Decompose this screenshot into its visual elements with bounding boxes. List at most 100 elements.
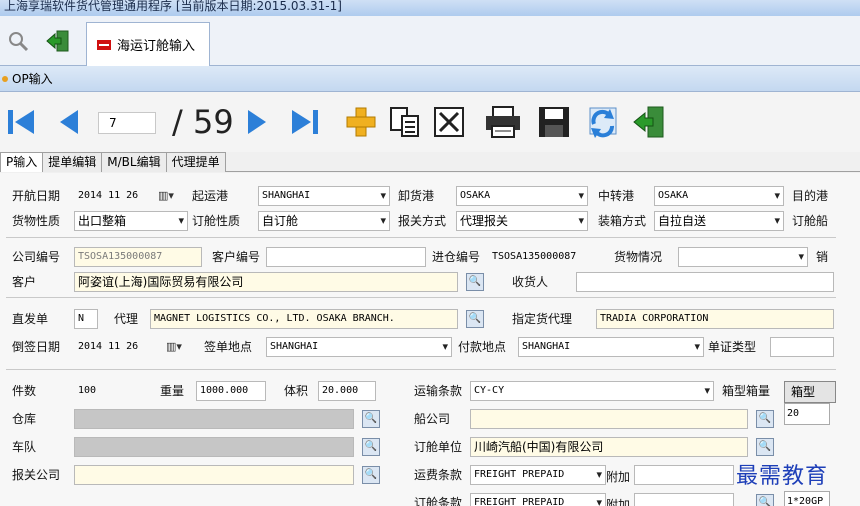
volume-field[interactable]: 20.000 [318, 381, 376, 401]
label-backdate: 倒签日期 [12, 340, 61, 354]
sign-place-select[interactable]: SHANGHAI [266, 337, 452, 357]
label-sail-date: 开航日期 [12, 189, 61, 203]
label-extra: 附加 [606, 470, 631, 484]
tab-agent-bl[interactable]: 代理提单 [165, 152, 226, 172]
window-title: 上海享瑞软件货代管理通用程序 [当前版本日期:2015.03.31-1] [0, 0, 860, 16]
label-pol: 起运港 [192, 189, 229, 203]
booking-terms-select[interactable]: FREIGHT PREPAID [470, 493, 606, 506]
label-cargo-status: 货物情况 [614, 250, 663, 264]
flag-icon [97, 39, 111, 50]
pod-select[interactable]: OSAKA [456, 186, 588, 206]
cargo-type-select[interactable]: 出口整箱 [74, 211, 188, 231]
label-booking-unit: 订舱单位 [414, 440, 463, 454]
direct-field[interactable]: N [74, 309, 98, 329]
label-pod: 卸货港 [398, 189, 435, 203]
section-title: OP输入 [12, 72, 53, 86]
packing-mode-select[interactable]: 自拉自送 [654, 211, 784, 231]
grid-cell[interactable]: 20 [784, 403, 830, 425]
customs-mode-select[interactable]: 代理报关 [456, 211, 588, 231]
divider [6, 297, 836, 298]
label-company-no: 公司编号 [12, 250, 61, 264]
lookup-icon[interactable]: 🔍 [756, 438, 774, 456]
exit-record-icon[interactable] [632, 104, 666, 140]
lookup-icon[interactable]: 🔍 [362, 466, 380, 484]
carrier-field[interactable] [470, 409, 748, 429]
pay-place-select[interactable]: SHANGHAI [518, 337, 704, 357]
weight-field[interactable]: 1000.000 [196, 381, 266, 401]
designated-agent-field[interactable]: TRADIA CORPORATION [596, 309, 834, 329]
label-transport-terms: 运输条款 [414, 384, 463, 398]
label-volume: 体积 [284, 384, 309, 398]
label-warehouse: 仓库 [12, 412, 37, 426]
label-container-vol: 箱型箱量 [722, 384, 771, 398]
copy-icon[interactable] [388, 104, 422, 140]
next-record-icon[interactable] [246, 104, 268, 140]
transit-select[interactable]: OSAKA [654, 186, 784, 206]
label-cargo-type: 货物性质 [12, 214, 61, 228]
label-agent: 代理 [114, 312, 139, 326]
pol-select[interactable]: SHANGHAI [258, 186, 390, 206]
divider [6, 237, 836, 238]
lookup-icon[interactable]: 🔍 [362, 438, 380, 456]
booking-form: 开航日期 2014 11 26 ▥▾ 起运港 SHANGHAI 卸货港 OSAK… [0, 173, 860, 506]
lookup-icon[interactable]: 🔍 [756, 494, 774, 506]
previous-record-icon[interactable] [58, 104, 80, 140]
label-customer-no: 客户编号 [212, 250, 261, 264]
pieces-field[interactable]: 100 [74, 381, 150, 401]
booking-type-select[interactable]: 自订舱 [258, 211, 390, 231]
document-tabstrip: 海运订舱输入 [0, 16, 860, 66]
record-toolbar: 7 / 59 [0, 92, 860, 152]
lookup-icon[interactable]: 🔍 [466, 273, 484, 291]
label-extra-2: 附加 [606, 498, 631, 506]
save-icon[interactable] [536, 104, 570, 140]
last-record-icon[interactable] [290, 104, 320, 140]
lookup-icon[interactable]: 🔍 [362, 410, 380, 428]
sail-date-field[interactable]: 2014 11 26 [74, 186, 154, 206]
label-booking-type: 订舱性质 [192, 214, 241, 228]
tab-op-input[interactable]: P输入 [0, 152, 44, 172]
search-icon[interactable] [2, 24, 34, 58]
delete-icon[interactable] [432, 104, 466, 140]
extra-field-2[interactable] [634, 493, 734, 506]
grid-header-container-type[interactable]: 箱型 [784, 381, 836, 403]
calendar-dropdown-icon[interactable]: ▥▾ [158, 186, 174, 206]
refresh-icon[interactable] [584, 104, 618, 140]
tab-sea-booking-input[interactable]: 海运订舱输入 [86, 22, 210, 66]
label-consignee: 收货人 [512, 275, 549, 289]
agent-field[interactable]: MAGNET LOGISTICS CO., LTD. OSAKA BRANCH. [150, 309, 458, 329]
consignee-field[interactable] [576, 272, 834, 292]
warehouse-no-field[interactable]: TSOSA135000087 [488, 247, 586, 267]
exit-icon[interactable] [42, 24, 74, 58]
current-page-input[interactable]: 7 [98, 112, 156, 134]
cert-type-select[interactable] [770, 337, 834, 357]
customer-field[interactable]: 阿姿谊(上海)国际贸易有限公司 [74, 272, 458, 292]
company-no-field[interactable]: TSOSA135000087 [74, 247, 202, 267]
print-icon[interactable] [484, 104, 520, 140]
label-booking-terms: 订舱条款 [414, 496, 463, 506]
extra-field[interactable] [634, 465, 734, 485]
transport-terms-select[interactable]: CY-CY [470, 381, 714, 401]
customs-company-field[interactable] [74, 465, 354, 485]
label-carrier: 船公司 [414, 412, 451, 426]
calendar-dropdown-icon[interactable]: ▥▾ [166, 337, 182, 357]
freight-terms-select[interactable]: FREIGHT PREPAID [470, 465, 606, 485]
tab-bl-edit[interactable]: 提单编辑 [42, 152, 103, 172]
label-designated-agent: 指定货代理 [512, 312, 573, 326]
lookup-icon[interactable]: 🔍 [466, 310, 484, 328]
label-booking-ship: 订舱船 [792, 214, 829, 228]
divider [6, 369, 836, 370]
label-packing-mode: 装箱方式 [598, 214, 647, 228]
warehouse-field[interactable] [74, 409, 354, 429]
lookup-icon[interactable]: 🔍 [756, 410, 774, 428]
tab-label: 海运订舱输入 [117, 39, 196, 54]
customer-no-field[interactable] [266, 247, 426, 267]
fleet-field[interactable] [74, 437, 354, 457]
backdate-field[interactable]: 2014 11 26 [74, 337, 154, 357]
cargo-status-select[interactable] [678, 247, 808, 267]
add-icon[interactable] [344, 104, 378, 140]
label-transit: 中转港 [598, 189, 635, 203]
first-record-icon[interactable] [6, 104, 36, 140]
booking-unit-field[interactable]: 川崎汽船(中国)有限公司 [470, 437, 748, 457]
tab-mbl-edit[interactable]: M/BL编辑 [101, 152, 167, 172]
grid-cell[interactable]: 1*20GP [784, 491, 830, 506]
